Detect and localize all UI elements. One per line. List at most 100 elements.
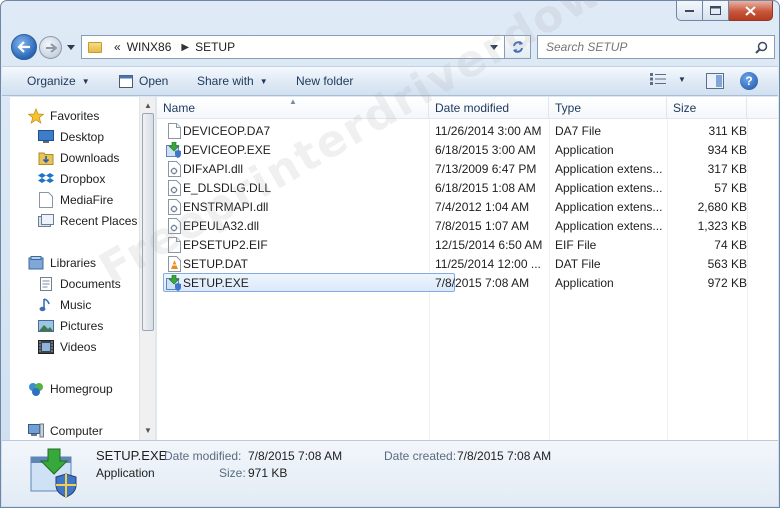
organize-menu[interactable]: Organize ▼ xyxy=(27,74,90,88)
nav-favorites[interactable]: Favorites xyxy=(28,106,99,126)
file-row[interactable]: SETUP.EXE 7/8/2015 7:08 AM Application 972 … xyxy=(163,273,753,292)
nav-computer-label: Computer xyxy=(50,424,103,438)
new-folder-button[interactable]: New folder xyxy=(296,74,353,88)
file-row[interactable]: ENSTRMAPI.dll 7/4/2012 1:04 AM Application… xyxy=(163,197,753,216)
close-icon xyxy=(745,5,756,16)
nav-mediafire[interactable]: MediaFire xyxy=(38,190,113,210)
nav-libraries-label: Libraries xyxy=(50,256,97,270)
file-date-modified: 6/18/2015 1:08 AM xyxy=(435,180,536,195)
breadcrumb-winx86[interactable]: WINX86 xyxy=(127,40,172,54)
breadcrumb-separator-icon[interactable]: ▶ xyxy=(181,42,189,53)
nav-homegroup[interactable]: Homegroup xyxy=(28,379,113,399)
documents-icon xyxy=(38,276,54,292)
file-size: 934 KB xyxy=(707,142,747,157)
minimize-button[interactable] xyxy=(676,1,703,21)
nav-computer[interactable]: Computer xyxy=(28,421,103,440)
column-name-label: Name xyxy=(163,101,196,115)
details-filetype: Application xyxy=(96,466,155,480)
dll-icon xyxy=(166,159,182,178)
file-row[interactable]: SETUP.DAT 11/25/2014 12:00 ... DAT File 563… xyxy=(163,254,753,273)
nav-dropbox[interactable]: Dropbox xyxy=(38,169,105,189)
new-folder-label: New folder xyxy=(296,74,354,88)
recent-places-icon xyxy=(38,213,54,229)
file-row[interactable]: DEVICEOP.DA7 11/26/2014 3:00 AM DA7 File 31… xyxy=(163,121,753,140)
nav-desktop[interactable]: Desktop xyxy=(38,127,104,147)
search-icon[interactable] xyxy=(755,41,768,54)
column-date-label: Date modified xyxy=(435,101,510,115)
column-header-name[interactable]: Name xyxy=(157,97,429,119)
column-header-size[interactable]: Size xyxy=(667,97,747,119)
details-pane: SETUP.EXE Application Date modified: 7/8… xyxy=(2,440,778,506)
change-view-button[interactable]: ▼ xyxy=(650,73,686,85)
refresh-button[interactable] xyxy=(505,35,531,59)
close-button[interactable] xyxy=(729,1,773,21)
nav-recent-places[interactable]: Recent Places xyxy=(38,211,137,231)
scroll-up-icon[interactable]: ▲ xyxy=(143,100,153,110)
file-type: DA7 File xyxy=(555,123,602,138)
nav-music[interactable]: Music xyxy=(38,295,91,315)
file-size: 74 KB xyxy=(714,237,747,252)
nav-libraries[interactable]: Libraries xyxy=(28,253,96,273)
open-button[interactable]: Open xyxy=(119,74,168,88)
nav-videos[interactable]: Videos xyxy=(38,337,96,357)
forward-button[interactable] xyxy=(39,36,62,59)
organize-label: Organize xyxy=(27,74,76,88)
back-button[interactable] xyxy=(11,34,37,60)
command-bar: Organize ▼ Open Share with ▼ New folder … xyxy=(2,66,778,96)
column-header-date-modified[interactable]: Date modified xyxy=(429,97,549,119)
details-filename: SETUP.EXE xyxy=(96,448,168,463)
nav-favorites-label: Favorites xyxy=(50,109,100,123)
nav-documents[interactable]: Documents xyxy=(38,274,121,294)
details-size-label: Size: xyxy=(219,466,246,480)
scroll-down-icon[interactable]: ▼ xyxy=(143,425,153,435)
file-name: DEVICEOP.DA7 xyxy=(183,123,271,138)
address-dropdown-button[interactable] xyxy=(486,38,502,56)
column-size-label: Size xyxy=(673,101,697,115)
file-type: Application extens... xyxy=(555,161,663,176)
chevron-down-icon: ▼ xyxy=(259,76,268,86)
column-type-label: Type xyxy=(555,101,582,115)
file-size: 563 KB xyxy=(707,256,747,271)
navigation-row: « WINX86 ▶ SETUP xyxy=(9,33,775,61)
nav-downloads[interactable]: Downloads xyxy=(38,148,119,168)
maximize-icon xyxy=(710,6,721,15)
search-box[interactable] xyxy=(537,35,775,59)
scrollbar-thumb[interactable] xyxy=(142,113,154,331)
nav-pictures-label: Pictures xyxy=(60,319,104,333)
file-row[interactable]: EPSETUP2.EIF 12/15/2014 6:50 AM EIF File 74… xyxy=(163,235,753,254)
help-button[interactable]: ? xyxy=(740,72,758,90)
nav-scrollbar[interactable]: ▲ ▼ xyxy=(139,97,155,440)
nav-downloads-label: Downloads xyxy=(60,151,120,165)
share-with-menu[interactable]: Share with ▼ xyxy=(197,74,268,88)
chevron-down-icon xyxy=(490,44,498,50)
caption-buttons xyxy=(676,1,773,21)
nav-desktop-label: Desktop xyxy=(60,130,105,144)
recent-pages-button[interactable] xyxy=(65,41,77,53)
folder-icon xyxy=(88,41,102,53)
file-row[interactable]: DIFxAPI.dll 7/13/2009 6:47 PM Application … xyxy=(163,159,753,178)
nav-pictures[interactable]: Pictures xyxy=(38,316,103,336)
address-bar[interactable]: « WINX86 ▶ SETUP xyxy=(81,35,505,59)
file-type: EIF File xyxy=(555,237,597,252)
preview-pane-button[interactable] xyxy=(706,73,724,92)
file-row[interactable]: EPEULA32.dll 7/8/2015 1:07 AM Application … xyxy=(163,216,753,235)
file-date-modified: 7/8/2015 7:08 AM xyxy=(435,275,530,290)
nav-videos-label: Videos xyxy=(60,340,97,354)
chevron-down-icon: ▼ xyxy=(81,76,90,86)
file-date-modified: 7/4/2012 1:04 AM xyxy=(435,199,530,214)
maximize-button[interactable] xyxy=(703,1,729,21)
file-date-modified: 12/15/2014 6:50 AM xyxy=(435,237,543,252)
search-input[interactable] xyxy=(546,40,746,54)
file-type: Application xyxy=(555,142,614,157)
details-date-modified-label: Date modified: xyxy=(164,449,242,463)
column-header-type[interactable]: Type xyxy=(549,97,667,119)
star-icon xyxy=(28,108,44,124)
file-row[interactable]: DEVICEOP.EXE 6/18/2015 3:00 AM Application… xyxy=(163,140,753,159)
file-row[interactable]: E_DLSDLG.DLL 6/18/2015 1:08 AM Application… xyxy=(163,178,753,197)
installer-thumbnail-icon xyxy=(28,447,80,499)
nav-mediafire-label: MediaFire xyxy=(60,193,114,207)
file-name: EPEULA32.dll xyxy=(183,218,260,233)
breadcrumb-setup[interactable]: SETUP xyxy=(195,40,235,54)
dll-icon xyxy=(166,216,182,235)
breadcrumb-overflow[interactable]: « xyxy=(114,40,121,54)
